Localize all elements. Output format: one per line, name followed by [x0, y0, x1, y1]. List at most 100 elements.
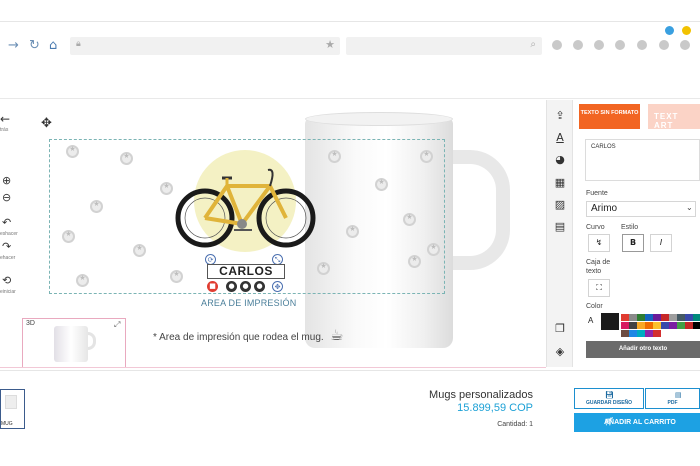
expand-icon[interactable]: ⤢	[114, 320, 120, 330]
color-swatch[interactable]	[653, 322, 661, 329]
selected-color-swatch[interactable]	[601, 313, 619, 330]
font-select[interactable]: Arimo	[586, 201, 696, 217]
color-swatch[interactable]	[629, 330, 637, 337]
extension-wifi-icon[interactable]	[615, 40, 625, 50]
color-swatch[interactable]	[621, 330, 629, 337]
delete-icon[interactable]: ■	[207, 281, 218, 292]
undo-icon[interactable]: ↶	[2, 216, 11, 229]
extension-cloud-icon[interactable]	[552, 40, 562, 50]
star-badge	[90, 200, 103, 213]
star-badge	[420, 150, 433, 163]
home-icon[interactable]: ⌂	[49, 38, 57, 54]
text-plain-button[interactable]: TEXTO SIN FORMATO	[579, 104, 640, 129]
upload-icon[interactable]: ⇪	[553, 109, 567, 122]
zoom-in-icon[interactable]: ⊕	[2, 174, 11, 187]
color-swatch[interactable]	[621, 322, 629, 329]
add-to-cart-button[interactable]: AÑADIR AL CARRITO	[574, 413, 700, 432]
extension-heart-icon[interactable]	[680, 40, 690, 50]
move-icon[interactable]: ✥	[41, 116, 52, 131]
color-swatch[interactable]	[645, 322, 653, 329]
product-price: 15.899,59 COP	[457, 402, 533, 414]
search-bar[interactable]: ⌕	[346, 37, 542, 55]
copy-icon[interactable]: ❐	[553, 322, 567, 335]
color-swatch[interactable]	[661, 322, 669, 329]
chevron-down-icon[interactable]: ⌄	[686, 203, 693, 212]
color-swatch[interactable]	[637, 330, 645, 337]
extension-photo-icon[interactable]	[637, 40, 647, 50]
back-label[interactable]: trás	[0, 127, 8, 133]
color-swatch[interactable]	[645, 330, 653, 337]
color-swatch[interactable]	[669, 322, 677, 329]
color-swatch[interactable]	[685, 314, 693, 321]
color-swatch[interactable]	[677, 314, 685, 321]
star-badge	[346, 225, 359, 238]
back-icon[interactable]: ←	[0, 112, 10, 126]
color-swatch[interactable]	[669, 314, 677, 321]
palette-icon[interactable]: ◕	[553, 153, 567, 166]
color-label: Color	[586, 303, 603, 310]
text-art-button[interactable]: TEXT ART	[648, 104, 700, 130]
reload-icon[interactable]: ↻	[29, 38, 40, 54]
color-swatch[interactable]	[629, 322, 637, 329]
table-icon[interactable]: ▤	[553, 220, 567, 233]
color-swatch[interactable]	[653, 314, 661, 321]
redo-label[interactable]: ehacer	[0, 255, 15, 261]
layers-icon[interactable]: ◈	[553, 345, 567, 358]
color-swatch[interactable]	[637, 322, 645, 329]
forward-arrow-icon[interactable]: →	[8, 38, 19, 54]
color-swatch[interactable]	[629, 314, 637, 321]
textbox-label: Caja de texto	[586, 259, 611, 275]
preview-mug	[54, 326, 88, 362]
curve-toggle-icon[interactable]: ↯	[588, 234, 610, 252]
color-swatch[interactable]	[661, 314, 669, 321]
bicycle-graphic[interactable]	[172, 160, 318, 256]
settings-element-icon[interactable]: ●	[254, 281, 265, 292]
redo-icon[interactable]: ↷	[2, 240, 11, 253]
move-handle-icon[interactable]: ✥	[272, 281, 283, 292]
grid-icon[interactable]: ▦	[553, 176, 567, 189]
color-swatch[interactable]	[693, 314, 700, 321]
url-bar[interactable]: 🔒︎ ★	[70, 37, 340, 55]
extension-info-icon[interactable]	[594, 40, 604, 50]
add-text-button[interactable]: Añadir otro texto	[586, 341, 700, 358]
undo-label[interactable]: eshacer	[0, 231, 18, 237]
star-badge	[403, 213, 416, 226]
images-icon[interactable]: ▨	[553, 198, 567, 211]
bookmark-star-icon[interactable]: ★	[325, 38, 335, 51]
star-badge	[62, 230, 75, 243]
lock-icon: 🔒︎	[76, 39, 81, 49]
copy-element-icon[interactable]: ●	[240, 281, 251, 292]
search-icon: ⌕	[530, 39, 536, 50]
bold-button[interactable]: B	[622, 234, 644, 252]
textbox-icon[interactable]: ⛶	[588, 279, 610, 297]
star-badge	[120, 152, 133, 165]
thumbnail-label: MUG	[1, 421, 13, 427]
layer-icon[interactable]: ●	[226, 281, 237, 292]
canvas-divider	[0, 367, 546, 368]
reset-icon[interactable]: ⟲	[2, 274, 11, 287]
product-quantity: Cantidad: 1	[497, 421, 533, 428]
extension-shield-icon[interactable]	[659, 40, 669, 50]
cart-icon: 🛒︎	[604, 417, 615, 426]
star-badge	[375, 178, 388, 191]
style-label: Estilo	[621, 224, 639, 231]
name-text-element[interactable]: CARLOS	[207, 264, 285, 279]
italic-button[interactable]: I	[650, 234, 672, 252]
print-area-note: * Area de impresión que rodea el mug.	[153, 332, 324, 343]
star-badge	[76, 274, 89, 287]
reset-label[interactable]: einiciar	[0, 289, 16, 295]
text-icon[interactable]: A	[553, 131, 567, 144]
color-swatch[interactable]	[621, 314, 629, 321]
color-swatch[interactable]	[685, 322, 693, 329]
extension-camera-icon[interactable]	[573, 40, 583, 50]
color-swatch[interactable]	[645, 314, 653, 321]
color-swatch[interactable]	[677, 322, 685, 329]
zoom-out-icon[interactable]: ⊖	[2, 191, 11, 204]
text-input[interactable]: CARLOS	[585, 139, 700, 181]
color-swatch[interactable]	[693, 322, 700, 329]
pdf-button[interactable]: PDF	[645, 388, 700, 409]
color-swatch[interactable]	[637, 314, 645, 321]
window-control-blue[interactable]	[665, 26, 674, 35]
color-swatch[interactable]	[653, 330, 661, 337]
window-control-yellow[interactable]	[682, 26, 691, 35]
